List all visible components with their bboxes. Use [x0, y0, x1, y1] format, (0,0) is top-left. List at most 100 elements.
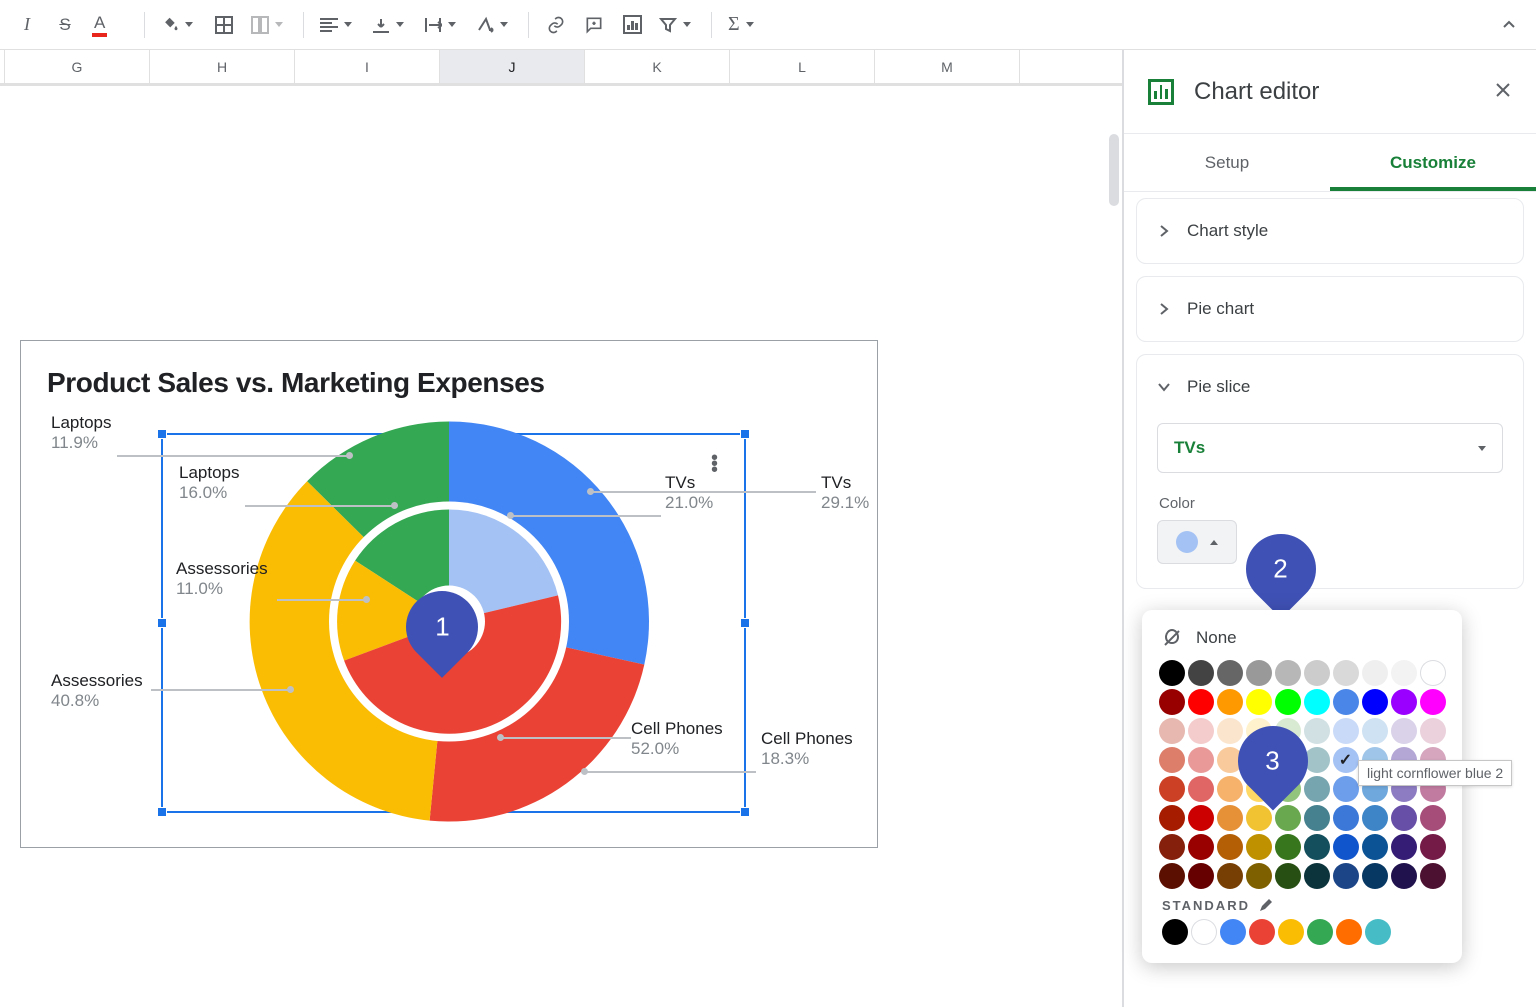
resize-handle-ne[interactable] — [740, 429, 750, 439]
color-swatch[interactable] — [1159, 805, 1185, 831]
color-swatch[interactable] — [1246, 660, 1272, 686]
color-swatch[interactable] — [1362, 863, 1388, 889]
col-header-i[interactable]: I — [295, 50, 440, 83]
color-swatch[interactable] — [1188, 834, 1214, 860]
section-chart-style[interactable]: Chart style — [1136, 198, 1524, 264]
color-swatch[interactable] — [1420, 660, 1446, 686]
color-swatch[interactable] — [1362, 834, 1388, 860]
fill-color-button[interactable] — [155, 8, 203, 42]
insert-chart-button[interactable] — [615, 8, 649, 42]
color-swatch[interactable] — [1217, 689, 1243, 715]
color-swatch[interactable] — [1362, 689, 1388, 715]
spreadsheet-area[interactable]: G H I J K L M Product Sales vs. Marketin… — [0, 50, 1124, 1007]
color-swatch[interactable] — [1362, 660, 1388, 686]
resize-handle-w[interactable] — [157, 618, 167, 628]
color-swatch[interactable]: ✓ — [1333, 747, 1359, 773]
merge-cells-button[interactable] — [245, 8, 293, 42]
resize-handle-se[interactable] — [740, 807, 750, 817]
color-swatch[interactable] — [1249, 919, 1275, 945]
color-swatch[interactable] — [1362, 718, 1388, 744]
color-swatch[interactable] — [1420, 689, 1446, 715]
col-header-g[interactable]: G — [5, 50, 150, 83]
color-swatch[interactable] — [1217, 805, 1243, 831]
color-swatch[interactable] — [1159, 747, 1185, 773]
italic-button[interactable]: I — [10, 8, 44, 42]
strikethrough-button[interactable]: S — [48, 8, 82, 42]
color-swatch[interactable] — [1188, 863, 1214, 889]
collapse-toolbar-button[interactable] — [1492, 8, 1526, 42]
chart-options-menu[interactable]: ••• — [711, 455, 718, 473]
color-swatch[interactable] — [1217, 660, 1243, 686]
color-swatch[interactable] — [1188, 747, 1214, 773]
insert-link-button[interactable] — [539, 8, 573, 42]
color-swatch[interactable] — [1159, 776, 1185, 802]
color-swatch[interactable] — [1304, 805, 1330, 831]
borders-button[interactable] — [207, 8, 241, 42]
text-wrap-button[interactable] — [418, 8, 466, 42]
color-swatch[interactable] — [1159, 863, 1185, 889]
color-swatch[interactable] — [1365, 919, 1391, 945]
color-swatch[interactable] — [1159, 718, 1185, 744]
color-swatch[interactable] — [1333, 660, 1359, 686]
text-color-button[interactable]: A — [86, 8, 134, 42]
section-pie-chart[interactable]: Pie chart — [1136, 276, 1524, 342]
slice-select[interactable]: TVs — [1157, 423, 1503, 473]
color-swatch[interactable] — [1362, 805, 1388, 831]
color-swatch[interactable] — [1188, 660, 1214, 686]
color-swatch[interactable] — [1307, 919, 1333, 945]
color-swatch[interactable] — [1304, 660, 1330, 686]
color-swatch[interactable] — [1391, 863, 1417, 889]
color-swatch[interactable] — [1191, 919, 1217, 945]
color-swatch[interactable] — [1391, 718, 1417, 744]
color-swatch[interactable] — [1333, 776, 1359, 802]
text-rotation-button[interactable] — [470, 8, 518, 42]
color-swatch[interactable] — [1159, 689, 1185, 715]
color-none-option[interactable]: None — [1156, 624, 1448, 660]
color-swatch[interactable] — [1159, 834, 1185, 860]
col-header-l[interactable]: L — [730, 50, 875, 83]
color-swatch[interactable] — [1391, 834, 1417, 860]
color-swatch[interactable] — [1188, 776, 1214, 802]
color-swatch[interactable] — [1217, 834, 1243, 860]
functions-button[interactable]: Σ — [722, 8, 770, 42]
color-swatch[interactable] — [1333, 718, 1359, 744]
resize-handle-nw[interactable] — [157, 429, 167, 439]
tab-customize[interactable]: Customize — [1330, 134, 1536, 191]
color-swatch[interactable] — [1420, 863, 1446, 889]
color-swatch[interactable] — [1246, 834, 1272, 860]
color-swatch[interactable] — [1304, 689, 1330, 715]
col-header-k[interactable]: K — [585, 50, 730, 83]
color-swatch[interactable] — [1420, 718, 1446, 744]
create-filter-button[interactable] — [653, 8, 701, 42]
color-swatch[interactable] — [1188, 689, 1214, 715]
color-swatch[interactable] — [1217, 863, 1243, 889]
embedded-chart[interactable]: Product Sales vs. Marketing Expenses ••• — [20, 340, 878, 848]
color-swatch[interactable] — [1275, 660, 1301, 686]
color-swatch[interactable] — [1275, 834, 1301, 860]
color-swatch[interactable] — [1391, 805, 1417, 831]
color-swatch[interactable] — [1333, 863, 1359, 889]
col-header-j[interactable]: J — [440, 50, 585, 83]
color-swatch[interactable] — [1188, 718, 1214, 744]
color-swatch[interactable] — [1275, 689, 1301, 715]
resize-handle-e[interactable] — [740, 618, 750, 628]
color-swatch[interactable] — [1246, 863, 1272, 889]
color-swatch[interactable] — [1246, 805, 1272, 831]
color-swatch[interactable] — [1275, 805, 1301, 831]
color-swatch[interactable] — [1162, 919, 1188, 945]
resize-handle-sw[interactable] — [157, 807, 167, 817]
color-swatch[interactable] — [1159, 660, 1185, 686]
close-sidebar-button[interactable] — [1494, 79, 1512, 105]
color-swatch[interactable] — [1333, 689, 1359, 715]
tab-setup[interactable]: Setup — [1124, 134, 1330, 191]
section-pie-slice[interactable]: Pie slice TVs Color — [1136, 354, 1524, 589]
color-swatch[interactable] — [1391, 689, 1417, 715]
color-swatch[interactable] — [1304, 863, 1330, 889]
color-swatch[interactable] — [1275, 863, 1301, 889]
col-header-h[interactable]: H — [150, 50, 295, 83]
color-swatch[interactable] — [1333, 834, 1359, 860]
color-swatch[interactable] — [1220, 919, 1246, 945]
color-swatch[interactable] — [1188, 805, 1214, 831]
color-swatch[interactable] — [1278, 919, 1304, 945]
pencil-icon[interactable] — [1258, 897, 1274, 913]
